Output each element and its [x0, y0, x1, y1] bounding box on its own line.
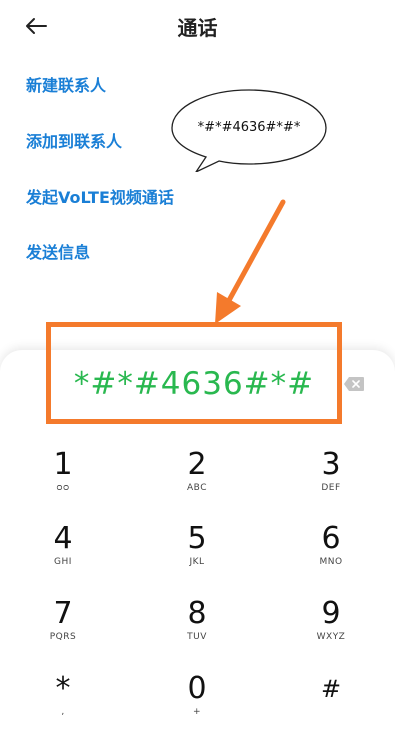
key-star[interactable]: * ,: [13, 672, 113, 732]
key-letters: ABC: [187, 483, 207, 493]
send-message-option[interactable]: 发送信息: [26, 239, 90, 263]
key-letters: PQRS: [49, 632, 77, 642]
key-digit: 2: [187, 447, 207, 482]
key-digit: 7: [53, 596, 73, 631]
key-digit: 9: [321, 596, 341, 631]
key-digit: #: [320, 675, 342, 703]
app-header: 通话: [0, 0, 395, 52]
key-letters: JKL: [189, 557, 205, 567]
key-letters: MNO: [319, 557, 343, 567]
key-5[interactable]: 5 JKL: [147, 522, 247, 582]
page-title: 通话: [177, 16, 218, 40]
key-7[interactable]: 7 PQRS: [13, 597, 113, 657]
key-digit: 0: [187, 671, 207, 706]
key-digit: 6: [321, 521, 341, 556]
annotation-arrow: [215, 199, 286, 324]
dialed-number-display: *#*#4636#*#: [73, 366, 315, 402]
key-digit: 1: [53, 447, 73, 482]
key-3[interactable]: 3 DEF: [281, 448, 381, 508]
add-to-contact-option[interactable]: 添加到联系人: [26, 128, 122, 152]
key-letters: GHI: [54, 557, 72, 567]
voicemail-icon: ᴑᴑ: [56, 483, 70, 493]
key-digit: 4: [53, 521, 73, 556]
key-letters: DEF: [321, 483, 341, 493]
key-digit: 8: [187, 596, 207, 631]
key-letters: TUV: [187, 632, 207, 642]
key-4[interactable]: 4 GHI: [13, 522, 113, 582]
backspace-icon[interactable]: [343, 376, 365, 392]
bubble-code-text: *#*#4636#*#*: [197, 120, 301, 135]
key-digit: *: [55, 671, 71, 706]
key-6[interactable]: 6 MNO: [281, 522, 381, 582]
key-8[interactable]: 8 TUV: [147, 597, 247, 657]
volte-video-call-option[interactable]: 发起VoLTE视频通话: [26, 184, 174, 208]
key-0[interactable]: 0 +: [147, 672, 247, 732]
key-2[interactable]: 2 ABC: [147, 448, 247, 508]
key-letters: +: [192, 707, 202, 717]
key-letters: WXYZ: [316, 632, 346, 642]
key-digit: 5: [187, 521, 207, 556]
key-1[interactable]: 1 ᴑᴑ: [13, 448, 113, 508]
key-letters: ,: [61, 707, 65, 717]
key-hash[interactable]: #: [281, 672, 381, 732]
key-9[interactable]: 9 WXYZ: [281, 597, 381, 657]
key-digit: 3: [321, 447, 341, 482]
new-contact-option[interactable]: 新建联系人: [26, 72, 106, 96]
